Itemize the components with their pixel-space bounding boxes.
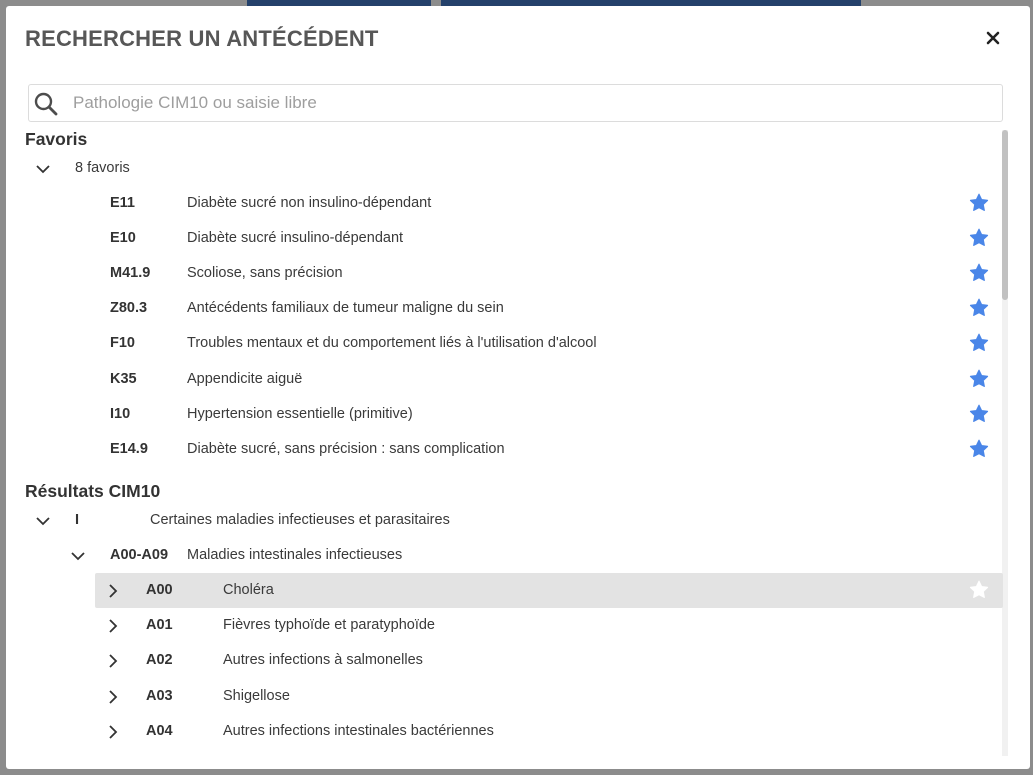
favorite-row[interactable]: I10 Hypertension essentielle (primitive) [6,397,1003,432]
chapter-label: Certaines maladies infectieuses et paras… [150,512,450,528]
chevron-right-icon[interactable] [105,583,121,599]
favorite-row[interactable]: Z80.3 Antécédents familiaux de tumeur mal… [6,291,1003,326]
favorite-label: Diabète sucré insulino-dépendant [187,230,404,247]
chevron-right-icon[interactable] [105,689,121,705]
star-filled-icon[interactable] [969,298,989,318]
favorites-toggle[interactable]: 8 favoris [6,151,1003,186]
search-antecedent-dialog: RECHERCHER UN ANTÉCÉDENT Favoris 8 favor… [6,6,1030,769]
chevron-right-icon[interactable] [105,618,121,634]
favorite-code: K35 [110,370,137,387]
favorite-label: Hypertension essentielle (primitive) [187,405,413,422]
favorite-code: Z80.3 [110,300,148,317]
result-row[interactable]: A00 Choléra [95,573,1003,608]
favorite-code: M41.9 [110,265,151,282]
favorite-row[interactable]: F10 Troubles mentaux et du comportement l… [6,326,1003,361]
star-filled-icon[interactable] [969,404,989,424]
star-filled-icon[interactable] [969,263,989,283]
star-outline-icon[interactable] [969,580,989,600]
close-button[interactable] [981,26,1005,50]
result-row[interactable]: A02 Autres infections à salmonelles [6,643,1003,678]
favorite-row[interactable]: M41.9 Scoliose, sans précision [6,256,1003,291]
favorite-label: Diabète sucré non insulino-dépendant [187,195,432,211]
star-filled-icon[interactable] [969,333,989,353]
result-code: A02 [146,652,173,669]
favorite-label: Scoliose, sans précision [187,265,343,282]
favorite-row[interactable]: E14.9 Diabète sucré, sans précision : san… [6,432,1003,467]
favorite-label: Antécédents familiaux de tumeur maligne … [187,300,504,317]
favorite-code: E11 [110,195,135,211]
block-row[interactable]: A00-A09 Maladies intestinales infectieus… [6,538,1003,573]
result-row[interactable]: A04 Autres infections intestinales bactér… [6,714,1003,749]
chevron-right-icon[interactable] [105,724,121,740]
search-input[interactable] [73,85,973,121]
star-filled-icon[interactable] [969,369,989,389]
result-code: A01 [146,617,173,634]
result-label: Shigellose [223,687,290,704]
search-icon [34,92,58,116]
dialog-title: RECHERCHER UN ANTÉCÉDENT [25,26,379,51]
favorite-label: Troubles mentaux et du comportement liés… [187,335,597,352]
favorite-label: Appendicite aiguë [187,370,303,387]
results-section-title: Résultats CIM10 [25,481,161,501]
result-code: A04 [146,722,173,739]
result-row[interactable]: A01 Fièvres typhoïde et paratyphoïde [6,608,1003,643]
favorite-row[interactable]: K35 Appendicite aiguë [6,362,1003,397]
star-filled-icon[interactable] [969,228,989,248]
result-label: Autres infections intestinales bactérien… [223,722,494,739]
star-filled-icon[interactable] [969,193,989,213]
favorite-code: E14.9 [110,440,148,457]
block-code: A00-A09 [110,547,169,563]
chevron-down-icon [36,517,50,526]
chapter-row[interactable]: I Certaines maladies infectieuses et par… [6,503,1003,538]
result-label: Choléra [223,582,274,598]
star-filled-icon[interactable] [969,439,989,459]
chevron-down-icon [71,552,85,561]
result-label: Fièvres typhoïde et paratyphoïde [223,617,435,634]
search-field[interactable] [28,84,1003,122]
result-label: Autres infections à salmonelles [223,652,423,669]
result-code: A03 [146,687,173,704]
favorite-code: E10 [110,230,136,247]
favorite-code: F10 [110,335,135,352]
chapter-code: I [75,512,80,528]
result-code: A00 [146,582,173,598]
chevron-right-icon[interactable] [105,653,121,669]
favorites-section-title: Favoris [25,129,88,149]
result-row[interactable]: A03 Shigellose [6,679,1003,714]
favorites-count: 8 favoris [75,160,130,176]
close-icon [986,31,1000,45]
favorite-row[interactable]: E11 Diabète sucré non insulino-dépendant [6,186,1003,221]
block-label: Maladies intestinales infectieuses [187,547,403,563]
favorite-label: Diabète sucré, sans précision : sans com… [187,440,505,457]
chevron-down-icon [36,165,50,174]
favorite-code: I10 [110,405,131,422]
favorite-row[interactable]: E10 Diabète sucré insulino-dépendant [6,221,1003,256]
